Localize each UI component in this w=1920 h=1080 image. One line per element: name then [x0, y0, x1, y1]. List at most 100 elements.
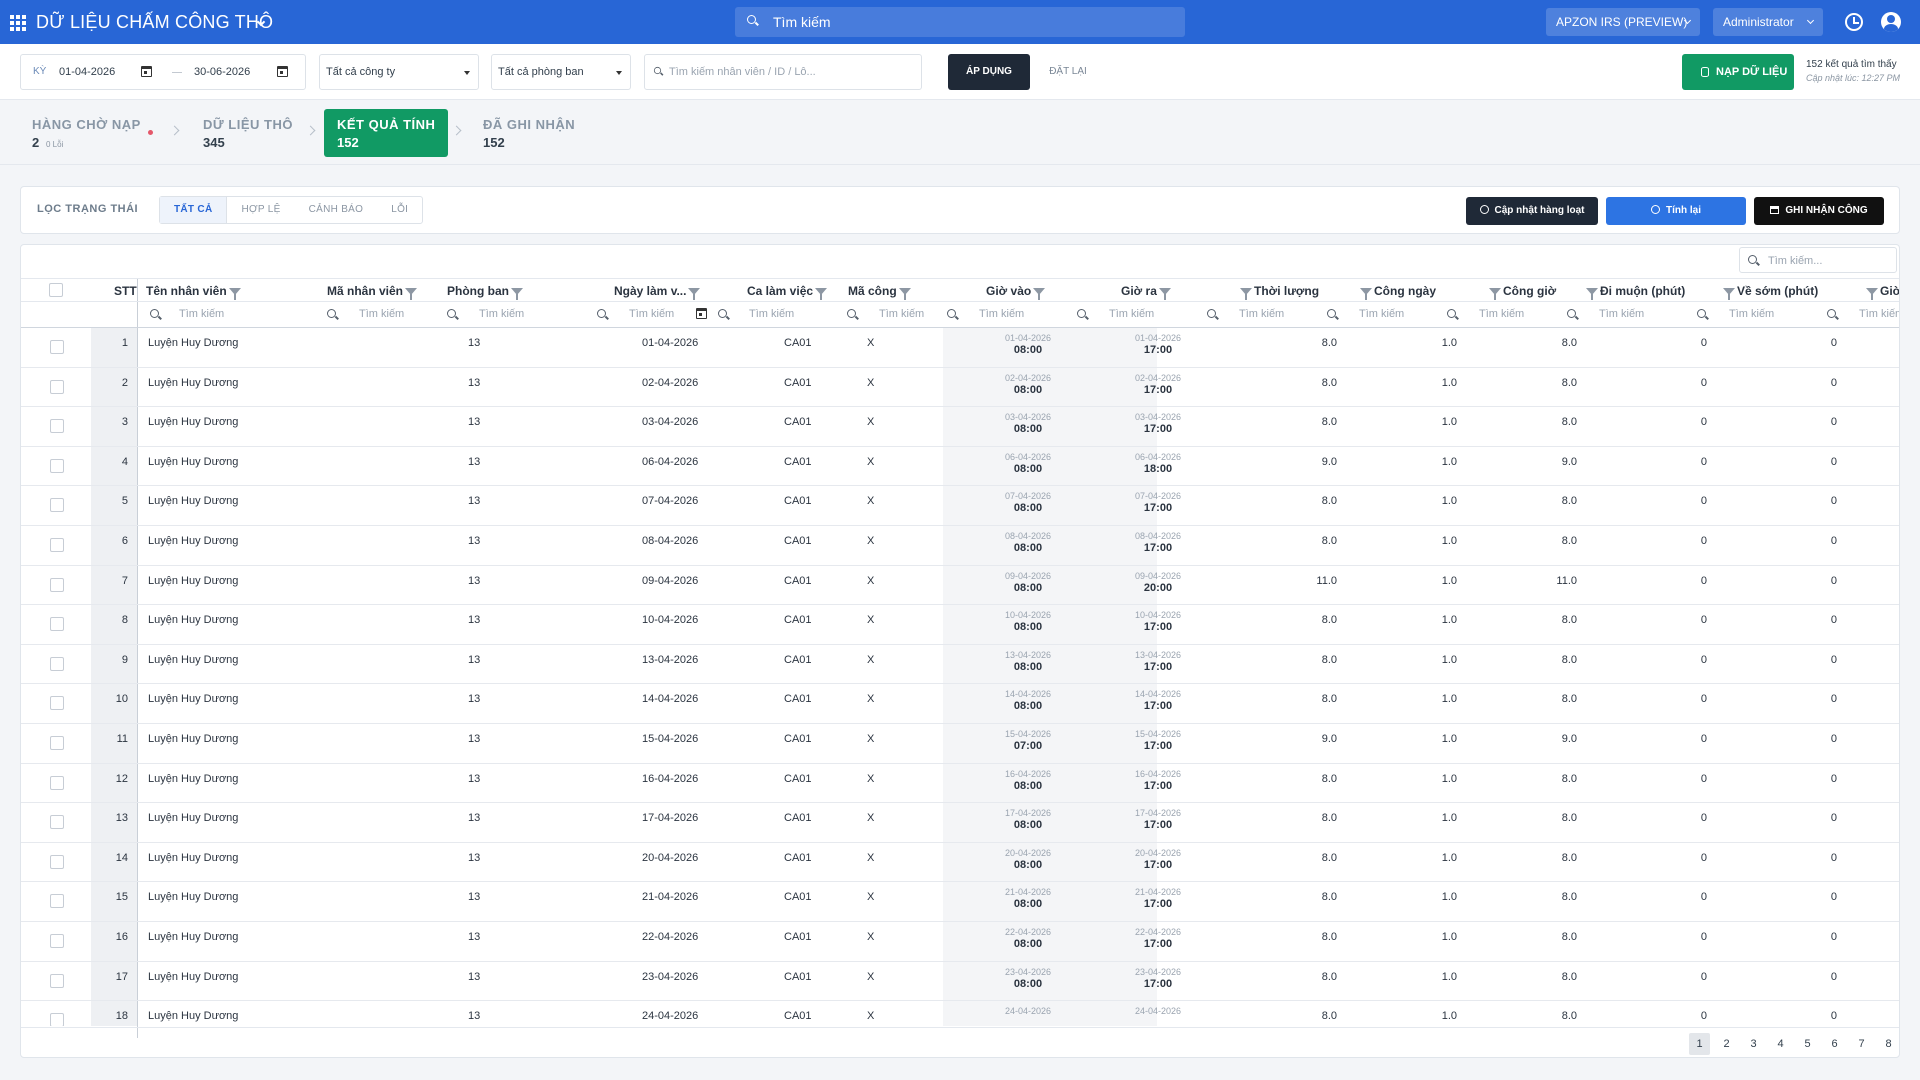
calendar-icon[interactable] [277, 66, 288, 77]
page-button[interactable]: 5 [1797, 1033, 1818, 1055]
col-work-code[interactable]: Mã công [848, 284, 913, 301]
status-option-valid[interactable]: HỢP LỆ [227, 197, 294, 223]
employee-search-input[interactable]: Tìm kiếm nhân viên / ID / Lô... [644, 54, 922, 90]
filter-input-early[interactable]: Tìm kiếm [1729, 308, 1774, 320]
apps-grid-icon[interactable] [10, 15, 26, 31]
page-button[interactable]: 8 [1878, 1033, 1899, 1055]
environment-dropdown[interactable]: APZON IRS (PREVIEW) [1546, 8, 1700, 36]
row-checkbox[interactable] [50, 973, 64, 988]
filter-icon[interactable] [1158, 288, 1171, 301]
row-checkbox[interactable] [50, 617, 64, 632]
row-checkbox[interactable] [50, 894, 64, 909]
row-checkbox[interactable] [50, 854, 64, 869]
page-button[interactable]: 2 [1716, 1033, 1737, 1055]
filter-icon[interactable] [405, 288, 418, 301]
filter-input-shift[interactable]: Tìm kiếm [749, 308, 794, 320]
calendar-icon[interactable] [141, 66, 152, 77]
row-checkbox[interactable] [50, 538, 64, 552]
filter-input-workcode[interactable]: Tìm kiếm [879, 308, 924, 320]
row-checkbox[interactable] [50, 815, 64, 830]
calendar-icon[interactable] [696, 308, 707, 319]
col-employee-name[interactable]: Tên nhân viên [146, 284, 243, 301]
period-range[interactable]: KỲ 01-04-2026 30-06-2026 [20, 54, 306, 90]
step-queue[interactable]: HÀNG CHỜ NẠP 2 0 Lỗi [32, 109, 142, 157]
apply-button[interactable]: ÁP DỤNG [948, 54, 1030, 90]
table-row[interactable]: 5 Luyện Huy Dương 13 07-04-2026 CA01 X 07-04-2… [21, 486, 1899, 526]
filter-input-checkout[interactable]: Tìm kiếm [1109, 308, 1154, 320]
table-row[interactable]: 2 Luyện Huy Dương 13 02-04-2026 CA01 X 02-04-2… [21, 368, 1899, 408]
filter-input-name[interactable]: Tìm kiếm [179, 308, 224, 320]
col-stt[interactable]: STT [114, 284, 137, 298]
filter-icon[interactable] [1866, 288, 1878, 301]
table-row[interactable]: 4 Luyện Huy Dương 13 06-04-2026 CA01 X 06-04-2… [21, 447, 1899, 487]
table-row[interactable]: 1 Luyện Huy Dương 13 01-04-2026 CA01 X 01-04-2… [21, 328, 1899, 368]
global-search-input[interactable]: Tìm kiếm [735, 7, 1185, 37]
table-row[interactable]: 17 Luyện Huy Dương 13 23-04-2026 CA01 X 23-04-… [21, 962, 1899, 1002]
table-row[interactable]: 3 Luyện Huy Dương 13 03-04-2026 CA01 X 03-04-2… [21, 407, 1899, 447]
filter-icon[interactable] [1033, 288, 1046, 301]
page-button[interactable]: 3 [1743, 1033, 1764, 1055]
col-department[interactable]: Phòng ban [447, 284, 525, 301]
table-row[interactable]: 13 Luyện Huy Dương 13 17-04-2026 CA01 X 17-04-… [21, 803, 1899, 843]
filter-input-code[interactable]: Tìm kiếm [359, 308, 404, 320]
record-attendance-button[interactable]: GHI NHẬN CÔNG [1754, 197, 1884, 225]
row-checkbox[interactable] [50, 458, 64, 473]
page-button[interactable]: 6 [1824, 1033, 1845, 1055]
table-row[interactable]: 6 Luyện Huy Dương 13 08-04-2026 CA01 X 08-04-2… [21, 526, 1899, 566]
step-results[interactable]: KẾT QUẢ TÍNH 152 [324, 109, 448, 157]
filter-icon[interactable] [815, 288, 828, 301]
table-row[interactable]: 16 Luyện Huy Dương 13 22-04-2026 CA01 X 22-04-… [21, 922, 1899, 962]
filter-input-checkin[interactable]: Tìm kiếm [979, 308, 1024, 320]
company-select[interactable]: Tất cả công ty [319, 54, 479, 90]
page-button[interactable]: 4 [1770, 1033, 1791, 1055]
table-row[interactable]: 12 Luyện Huy Dương 13 16-04-2026 CA01 X 16-04-… [21, 764, 1899, 804]
filter-icon[interactable] [1586, 288, 1598, 301]
filter-input-duration[interactable]: Tìm kiếm [1239, 308, 1284, 320]
load-data-button[interactable]: NẠP DỮ LIỆU [1682, 54, 1794, 90]
col-check-out[interactable]: Giờ ra [1121, 284, 1173, 301]
row-checkbox[interactable] [50, 736, 64, 750]
recalculate-button[interactable]: Tính lại [1606, 197, 1746, 225]
history-clock-icon[interactable] [1845, 13, 1863, 31]
filter-icon[interactable] [1489, 288, 1501, 301]
filter-input-date[interactable]: Tìm kiếm [629, 308, 674, 320]
filter-icon[interactable] [898, 288, 911, 301]
table-row[interactable]: 14 Luyện Huy Dương 13 20-04-2026 CA01 X 20-04-… [21, 843, 1899, 883]
col-late[interactable]: Đi muộn (phút) [1584, 284, 1685, 301]
table-row[interactable]: 8 Luyện Huy Dương 13 10-04-2026 CA01 X 10-04-2… [21, 605, 1899, 645]
user-avatar-icon[interactable] [1881, 12, 1901, 32]
department-select[interactable]: Tất cả phòng ban [491, 54, 631, 90]
col-check-in[interactable]: Giờ vào [986, 284, 1047, 301]
row-checkbox[interactable] [50, 696, 64, 711]
date-to-input[interactable]: 30-06-2026 [194, 66, 250, 78]
filter-input-hour[interactable]: Tìm kiếm [1479, 308, 1524, 320]
col-duration[interactable]: Thời lượng [1238, 284, 1319, 301]
col-hour-work[interactable]: Công giờ [1487, 284, 1556, 301]
col-hours[interactable]: Giờ [1864, 284, 1899, 301]
row-checkbox[interactable] [50, 498, 64, 513]
date-from-input[interactable]: 01-04-2026 [59, 66, 115, 78]
table-row[interactable]: 11 Luyện Huy Dương 13 15-04-2026 CA01 X 15-04-… [21, 724, 1899, 764]
status-option-error[interactable]: LỖI [377, 197, 422, 223]
table-row[interactable]: 18 Luyện Huy Dương 13 24-04-2026 CA01 X 24-04-… [21, 1001, 1899, 1026]
row-checkbox[interactable] [50, 419, 64, 434]
row-checkbox[interactable] [50, 656, 64, 671]
col-work-date[interactable]: Ngày làm v... [614, 284, 702, 301]
filter-icon[interactable] [1240, 288, 1252, 301]
page-button[interactable]: 7 [1851, 1033, 1872, 1055]
filter-input-hours[interactable]: Tìm kiếm [1859, 308, 1899, 320]
reset-button[interactable]: ĐẶT LẠI [1040, 54, 1096, 90]
row-checkbox[interactable] [50, 340, 64, 354]
status-option-warning[interactable]: CẢNH BÁO [295, 197, 378, 223]
status-option-all[interactable]: TẤT CẢ [160, 197, 228, 223]
filter-input-dept[interactable]: Tìm kiếm [479, 308, 524, 320]
filter-icon[interactable] [688, 288, 701, 301]
table-search-input[interactable]: Tìm kiếm... [1739, 247, 1897, 273]
row-checkbox[interactable] [50, 934, 64, 948]
step-raw-data[interactable]: DỮ LIỆU THÔ 345 [203, 109, 303, 157]
row-checkbox[interactable] [50, 775, 64, 790]
col-employee-code[interactable]: Mã nhân viên [327, 284, 419, 301]
filter-icon[interactable] [511, 288, 523, 301]
table-row[interactable]: 10 Luyện Huy Dương 13 14-04-2026 CA01 X 14-04-… [21, 684, 1899, 724]
user-dropdown[interactable]: Administrator [1713, 8, 1823, 36]
